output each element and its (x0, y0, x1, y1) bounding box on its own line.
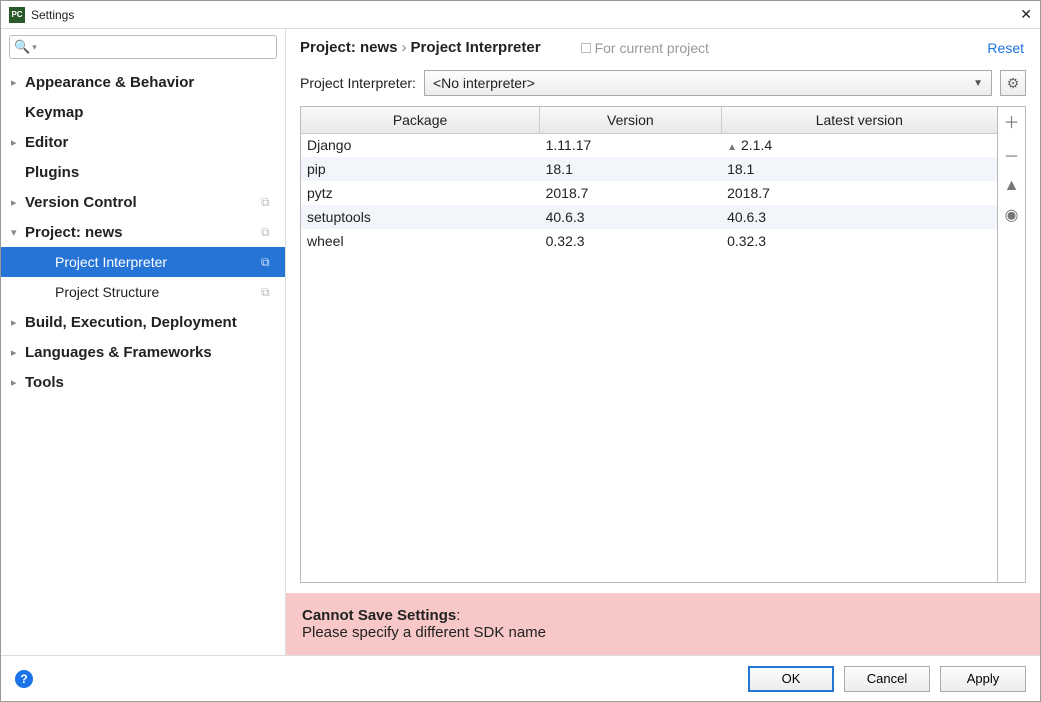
reset-link[interactable]: Reset (987, 40, 1024, 56)
sidebar-item-label: Appearance & Behavior (25, 74, 285, 91)
interpreter-value: <No interpreter> (433, 75, 535, 91)
cell-latest: 2018.7 (721, 181, 997, 205)
sidebar-item-label: Languages & Frameworks (25, 344, 285, 361)
gear-icon: ⚙ (1007, 75, 1020, 92)
sidebar-item-label: Version Control (25, 194, 261, 211)
cell-package: wheel (301, 229, 540, 253)
cancel-button[interactable]: Cancel (844, 666, 930, 692)
cell-package: pip (301, 157, 540, 181)
cell-latest: 0.32.3 (721, 229, 997, 253)
col-version[interactable]: Version (540, 107, 721, 133)
chevron-right-icon: ▸ (11, 196, 25, 209)
sidebar-item-label: Project: news (25, 224, 261, 241)
interpreter-label: Project Interpreter: (300, 75, 416, 91)
sidebar-item-project-structure[interactable]: Project Structure⧉ (1, 277, 285, 307)
for-current-project-label: For current project (581, 40, 709, 56)
cell-latest: 18.1 (721, 157, 997, 181)
sidebar-item-editor[interactable]: ▸Editor (1, 127, 285, 157)
cell-version: 2018.7 (540, 181, 721, 205)
table-row[interactable]: setuptools40.6.340.6.3 (301, 205, 997, 229)
scope-icon (581, 43, 591, 53)
sidebar-item-label: Keymap (25, 104, 285, 121)
table-row[interactable]: pip18.118.1 (301, 157, 997, 181)
col-latest[interactable]: Latest version (721, 107, 997, 133)
table-row[interactable]: Django1.11.17▲2.1.4 (301, 133, 997, 157)
table-row[interactable]: wheel0.32.30.32.3 (301, 229, 997, 253)
settings-tree: ▸Appearance & BehaviorKeymap▸EditorPlugi… (1, 65, 285, 655)
sidebar-item-project-news[interactable]: ▾Project: news⧉ (1, 217, 285, 247)
upgrade-available-icon: ▲ (727, 142, 737, 153)
show-early-releases-button[interactable]: ◉ (1002, 205, 1022, 225)
sidebar-item-label: Project Structure (55, 284, 261, 300)
sidebar-item-version-control[interactable]: ▸Version Control⧉ (1, 187, 285, 217)
app-icon: PC (9, 7, 25, 23)
window-title: Settings (31, 8, 1012, 22)
add-package-button[interactable]: ＋ (1002, 109, 1022, 133)
table-row[interactable]: pytz2018.72018.7 (301, 181, 997, 205)
chevron-down-icon: ▼ (973, 78, 983, 89)
search-input[interactable]: 🔍 ▾ (9, 35, 277, 59)
sidebar-item-languages-frameworks[interactable]: ▸Languages & Frameworks (1, 337, 285, 367)
titlebar: PC Settings ✕ (1, 1, 1040, 29)
packages-table: Package Version Latest version Django1.1… (300, 106, 998, 583)
breadcrumb-part2: Project Interpreter (411, 39, 541, 56)
search-dropdown-icon[interactable]: ▾ (32, 42, 37, 53)
sidebar-item-plugins[interactable]: Plugins (1, 157, 285, 187)
sidebar-item-label: Build, Execution, Deployment (25, 314, 285, 331)
sidebar-item-tools[interactable]: ▸Tools (1, 367, 285, 397)
help-button[interactable]: ? (15, 670, 33, 688)
scope-icon: ⧉ (261, 255, 275, 269)
footer: ? OK Cancel Apply (1, 655, 1040, 701)
chevron-right-icon: ▸ (11, 136, 25, 149)
package-toolbar: ＋ － ▲ ◉ (998, 106, 1026, 583)
cell-package: setuptools (301, 205, 540, 229)
interpreter-select[interactable]: <No interpreter> ▼ (424, 70, 992, 96)
interpreter-settings-button[interactable]: ⚙ (1000, 70, 1026, 96)
scope-icon: ⧉ (261, 225, 275, 239)
sidebar: 🔍 ▾ ▸Appearance & BehaviorKeymap▸EditorP… (1, 29, 286, 655)
sidebar-item-appearance-behavior[interactable]: ▸Appearance & Behavior (1, 67, 285, 97)
sidebar-item-label: Tools (25, 374, 285, 391)
error-message: Please specify a different SDK name (302, 624, 546, 641)
breadcrumb-part1: Project: news (300, 39, 398, 56)
cell-package: Django (301, 133, 540, 157)
error-banner: Cannot Save Settings: Please specify a d… (286, 593, 1040, 655)
sidebar-item-project-interpreter[interactable]: Project Interpreter⧉ (1, 247, 285, 277)
cell-latest: ▲2.1.4 (721, 133, 997, 157)
breadcrumb-row: Project: news › Project Interpreter For … (286, 29, 1040, 62)
sidebar-item-label: Plugins (25, 164, 285, 181)
scope-icon: ⧉ (261, 195, 275, 209)
error-title: Cannot Save Settings (302, 607, 456, 624)
apply-button[interactable]: Apply (940, 666, 1026, 692)
close-icon[interactable]: ✕ (1012, 6, 1032, 23)
chevron-right-icon: ▸ (11, 76, 25, 89)
chevron-down-icon: ▾ (11, 226, 25, 239)
sidebar-item-build-execution-deployment[interactable]: ▸Build, Execution, Deployment (1, 307, 285, 337)
sidebar-item-label: Editor (25, 134, 285, 151)
col-package[interactable]: Package (301, 107, 540, 133)
upgrade-package-button[interactable]: ▲ (1002, 177, 1022, 195)
breadcrumb-separator: › (402, 39, 407, 56)
search-icon: 🔍 (14, 39, 30, 55)
cell-package: pytz (301, 181, 540, 205)
cell-version: 1.11.17 (540, 133, 721, 157)
sidebar-item-label: Project Interpreter (55, 254, 261, 270)
cell-latest: 40.6.3 (721, 205, 997, 229)
cell-version: 40.6.3 (540, 205, 721, 229)
sidebar-item-keymap[interactable]: Keymap (1, 97, 285, 127)
ok-button[interactable]: OK (748, 666, 834, 692)
scope-icon: ⧉ (261, 285, 275, 299)
remove-package-button[interactable]: － (1002, 143, 1022, 167)
chevron-right-icon: ▸ (11, 376, 25, 389)
content-area: Project: news › Project Interpreter For … (286, 29, 1040, 655)
cell-version: 0.32.3 (540, 229, 721, 253)
cell-version: 18.1 (540, 157, 721, 181)
chevron-right-icon: ▸ (11, 316, 25, 329)
chevron-right-icon: ▸ (11, 346, 25, 359)
